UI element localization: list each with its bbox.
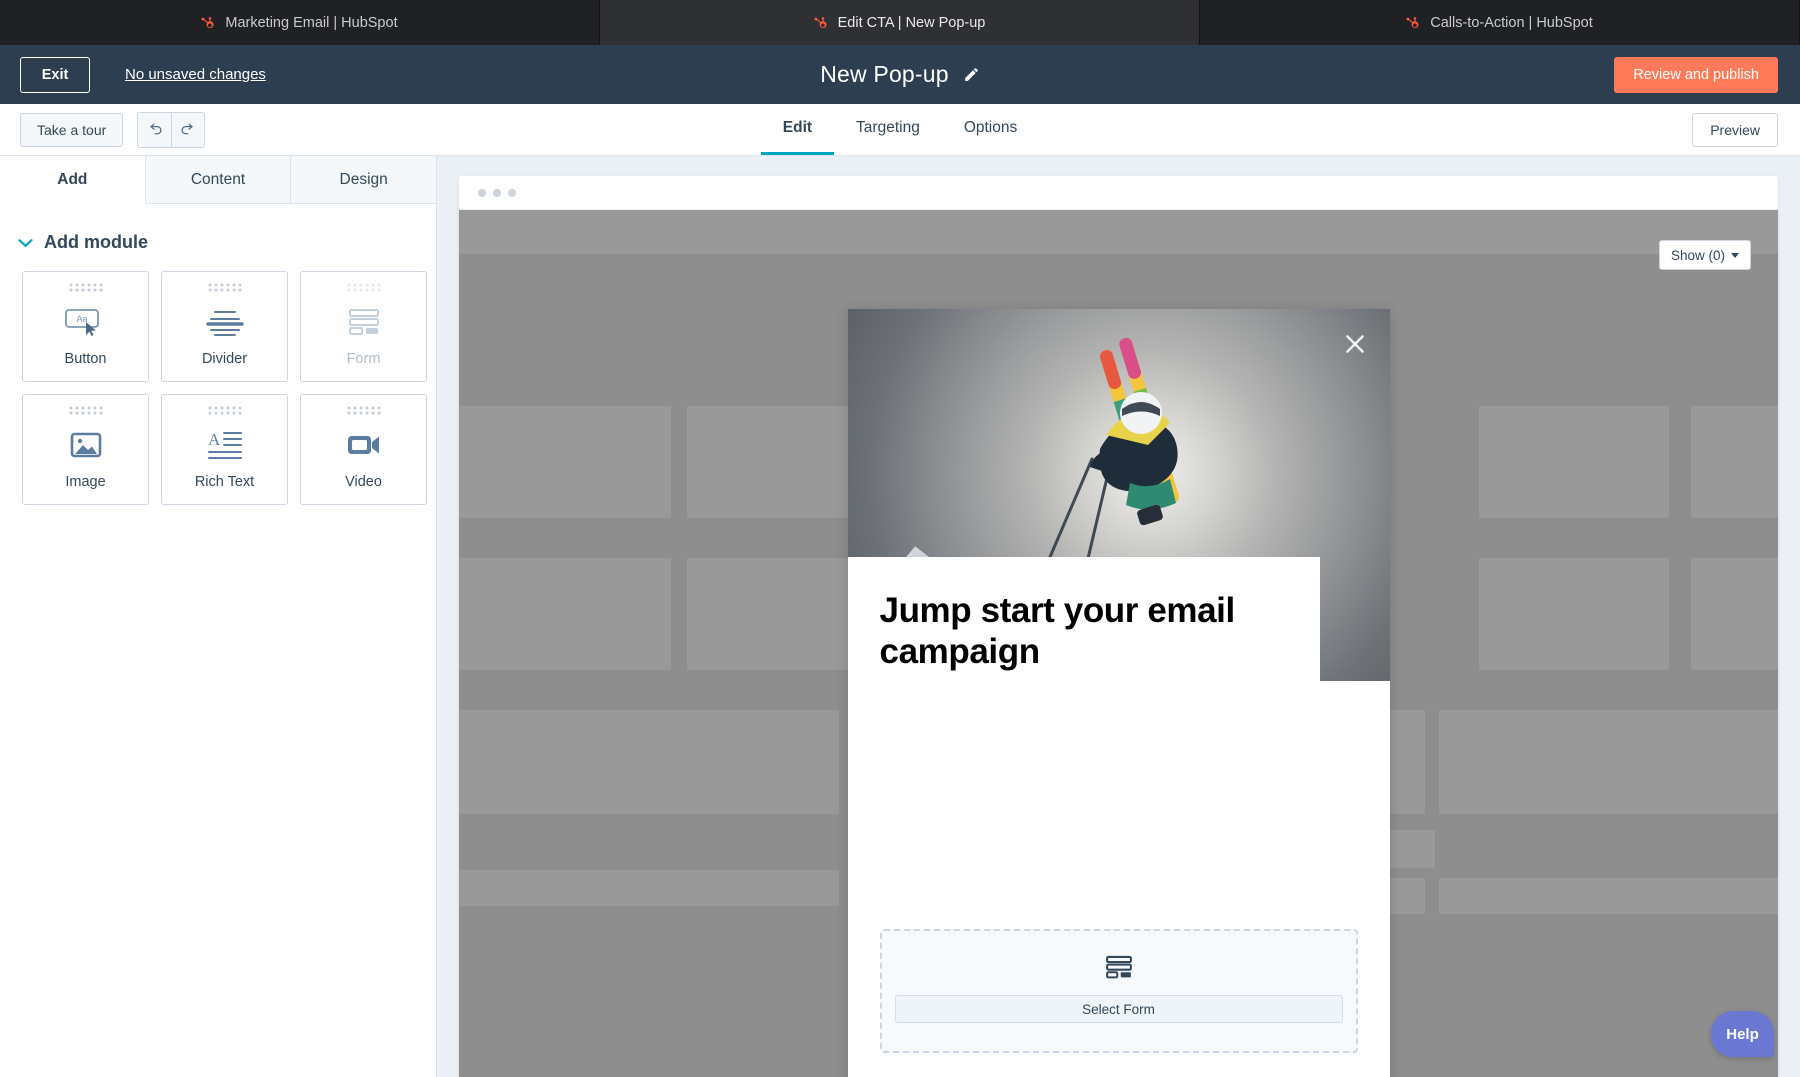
main-region: Add Content Design Add module <box>0 156 1800 1077</box>
window-dot-minimize <box>493 189 501 197</box>
popup-preview: Jump start your email campaign Download … <box>848 309 1390 1077</box>
drag-grip-icon <box>69 406 103 415</box>
module-label: Form <box>347 351 381 367</box>
preview-button[interactable]: Preview <box>1692 113 1778 147</box>
sidebar-tab-content[interactable]: Content <box>146 156 292 204</box>
window-dot-maximize <box>508 189 516 197</box>
preview-window-chrome <box>459 176 1778 210</box>
select-form-button[interactable]: Select Form <box>895 995 1343 1023</box>
undo-redo-group <box>137 112 205 148</box>
browser-tab-title: Calls-to-Action | HubSpot <box>1430 15 1593 31</box>
form-fields-icon <box>1102 955 1136 981</box>
svg-text:A: A <box>208 430 221 449</box>
canvas-area: Show (0) <box>437 156 1800 1077</box>
tab-options[interactable]: Options <box>942 104 1039 155</box>
sidebar-tab-design[interactable]: Design <box>291 156 436 204</box>
module-label: Button <box>65 351 107 367</box>
caret-down-icon <box>1731 253 1739 258</box>
module-label: Rich Text <box>195 474 254 490</box>
browser-tab-strip: Marketing Email | HubSpot Edit CTA | New… <box>0 0 1800 45</box>
browser-tab-title: Edit CTA | New Pop-up <box>838 15 986 31</box>
drag-grip-icon <box>347 283 381 292</box>
document-title-group: New Pop-up <box>0 61 1800 88</box>
sidebar-tab-add[interactable]: Add <box>0 156 146 204</box>
exit-button[interactable]: Exit <box>20 57 90 93</box>
help-button[interactable]: Help <box>1711 1011 1774 1057</box>
window-dot-close <box>478 189 486 197</box>
drag-grip-icon <box>208 406 242 415</box>
module-label: Divider <box>202 351 247 367</box>
module-card-video[interactable]: Video <box>300 394 427 505</box>
pencil-icon[interactable] <box>963 66 980 83</box>
review-and-publish-button[interactable]: Review and publish <box>1614 57 1778 93</box>
page-title: New Pop-up <box>820 61 949 88</box>
module-card-form: Form <box>300 271 427 382</box>
module-card-divider[interactable]: Divider <box>161 271 288 382</box>
show-filter-label: Show (0) <box>1671 248 1725 263</box>
drag-grip-icon <box>208 283 242 292</box>
module-label: Image <box>65 474 105 490</box>
popup-hero-image[interactable]: Jump start your email campaign Download … <box>848 309 1390 681</box>
drag-grip-icon <box>69 283 103 292</box>
redo-arrow-icon <box>180 121 197 138</box>
browser-tab-1[interactable]: Edit CTA | New Pop-up <box>600 0 1200 45</box>
module-grid: Aa Button <box>0 253 436 505</box>
add-module-label: Add module <box>44 232 148 253</box>
editor-toolbar: Take a tour Edit Targeting Options Previ… <box>0 104 1800 156</box>
module-card-image[interactable]: Image <box>22 394 149 505</box>
chevron-down-icon <box>18 238 33 248</box>
undo-button[interactable] <box>138 113 171 147</box>
button-aa-cursor-icon: Aa <box>64 301 108 343</box>
svg-text:Aa: Aa <box>76 314 87 324</box>
popup-heading: Jump start your email campaign <box>880 591 1288 672</box>
close-x-icon[interactable] <box>1342 331 1368 357</box>
hubspot-favicon-icon <box>1406 15 1421 31</box>
image-picture-icon <box>68 424 104 466</box>
tab-edit[interactable]: Edit <box>761 104 834 155</box>
show-filter-dropdown[interactable]: Show (0) <box>1659 240 1751 270</box>
module-card-rich-text[interactable]: A Rich Text <box>161 394 288 505</box>
app-header: Exit No unsaved changes New Pop-up Revie… <box>0 45 1800 104</box>
video-camera-icon <box>345 424 383 466</box>
module-label: Video <box>345 474 382 490</box>
add-module-section-header[interactable]: Add module <box>0 204 436 253</box>
form-dropzone[interactable]: Select Form <box>880 929 1358 1053</box>
module-card-button[interactable]: Aa Button <box>22 271 149 382</box>
preview-browser-frame: Show (0) <box>459 176 1778 1077</box>
undo-arrow-icon <box>146 121 163 138</box>
popup-form-area: Select Form <box>848 929 1390 1077</box>
hubspot-favicon-icon <box>201 15 216 31</box>
browser-tab-0[interactable]: Marketing Email | HubSpot <box>0 0 600 45</box>
left-panel: Add Content Design Add module <box>0 156 437 1077</box>
drag-grip-icon <box>347 406 381 415</box>
rich-text-icon: A <box>205 424 245 466</box>
divider-lines-icon <box>203 301 247 343</box>
popup-text-card[interactable]: Jump start your email campaign Download … <box>848 557 1320 681</box>
save-status-link[interactable]: No unsaved changes <box>125 66 266 83</box>
form-fields-icon <box>344 301 384 343</box>
tab-targeting[interactable]: Targeting <box>834 104 942 155</box>
hubspot-favicon-icon <box>814 15 829 31</box>
browser-tab-title: Marketing Email | HubSpot <box>225 15 397 31</box>
preview-page-body: Show (0) <box>459 210 1778 1077</box>
editor-tab-bar: Edit Targeting Options <box>0 103 1800 155</box>
sidebar-tab-bar: Add Content Design <box>0 156 436 204</box>
take-a-tour-button[interactable]: Take a tour <box>20 113 123 147</box>
redo-button[interactable] <box>171 113 204 147</box>
browser-tab-2[interactable]: Calls-to-Action | HubSpot <box>1200 0 1800 45</box>
